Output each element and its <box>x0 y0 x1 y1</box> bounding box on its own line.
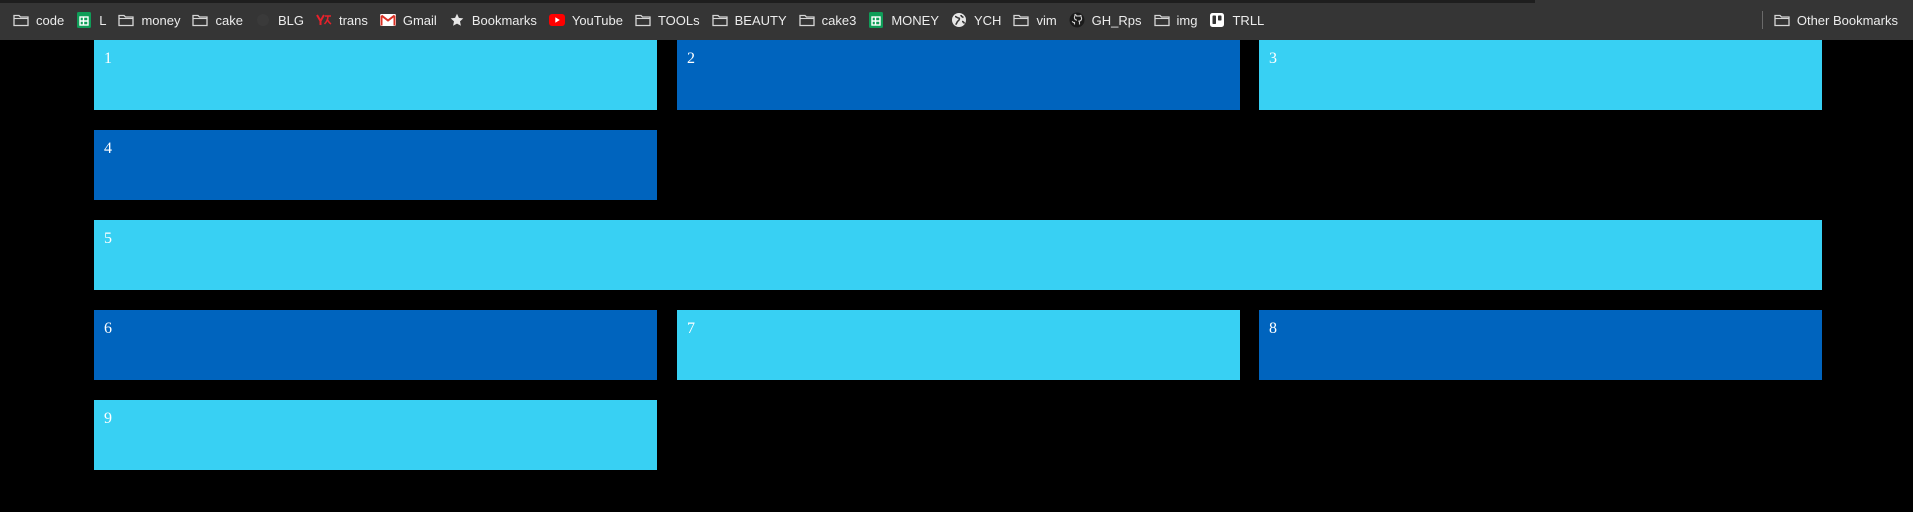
folder-icon <box>13 12 29 28</box>
grid-tile-8: 8 <box>1259 310 1822 380</box>
bookmark-label: BEAUTY <box>734 12 787 28</box>
tile-number: 1 <box>104 50 112 67</box>
star-icon <box>449 12 465 28</box>
bookmarks-bar: code L money cake BLG trans Gmail Bookma… <box>0 0 1913 40</box>
bookmark-vim[interactable]: vim <box>1008 6 1063 34</box>
folder-icon <box>1774 12 1790 28</box>
bar-divider <box>1761 11 1763 29</box>
bookmark-label: trans <box>338 12 368 28</box>
bookmark-label: GH_Rps <box>1091 12 1142 28</box>
bookmark-beauty[interactable]: BEAUTY <box>707 6 794 34</box>
globe-icon <box>951 12 967 28</box>
grid-tile-5: 5 <box>94 220 1822 290</box>
folder-icon <box>1153 12 1170 28</box>
bookmark-label: Gmail <box>402 12 437 28</box>
folder-icon <box>798 12 815 28</box>
bookmark-label: code <box>36 12 65 28</box>
sheets-icon <box>868 12 884 28</box>
bookmark-trll[interactable]: TRLL <box>1204 6 1271 34</box>
grid-tile-4: 4 <box>94 130 657 200</box>
bookmark-l[interactable]: L <box>71 6 113 34</box>
folder-icon <box>118 12 135 28</box>
yandex-translate-icon <box>316 12 332 28</box>
folder-icon <box>711 12 728 28</box>
tile-number: 6 <box>104 320 112 337</box>
bookmark-img[interactable]: img <box>1149 6 1205 34</box>
bookmark-blg[interactable]: BLG <box>250 6 311 34</box>
bookmark-label: cake3 <box>821 12 857 28</box>
bookmark-money[interactable]: money <box>113 6 187 34</box>
grid-tile-1: 1 <box>94 40 657 110</box>
bookmark-gmail[interactable]: Gmail <box>375 6 444 34</box>
github-icon <box>1069 12 1085 28</box>
grid-tile-7: 7 <box>677 310 1240 380</box>
bookmark-cake[interactable]: cake <box>187 6 249 34</box>
bookmark-bookmarks[interactable]: Bookmarks <box>444 6 544 34</box>
bookmark-gh-rps[interactable]: GH_Rps <box>1064 6 1149 34</box>
bookmark-label: YouTube <box>571 12 623 28</box>
bookmark-label: L <box>99 12 107 28</box>
bookmark-youtube[interactable]: YouTube <box>544 6 630 34</box>
grid-tile-2: 2 <box>677 40 1240 110</box>
loading-strip <box>0 0 1535 3</box>
gmail-icon <box>379 12 396 28</box>
other-bookmarks-button[interactable]: Other Bookmarks <box>1769 6 1905 34</box>
bookmark-label: TRLL <box>1232 12 1265 28</box>
bookmark-label: Bookmarks <box>471 12 537 28</box>
tile-number: 4 <box>104 140 112 157</box>
sheets-icon <box>76 12 92 28</box>
bookmark-label: money <box>141 12 181 28</box>
bookmark-label: Other Bookmarks <box>1796 12 1898 28</box>
folder-icon <box>1013 12 1030 28</box>
youtube-icon <box>548 12 565 28</box>
tile-number: 8 <box>1269 320 1277 337</box>
tile-number: 9 <box>104 410 112 427</box>
bookmark-cake3[interactable]: cake3 <box>794 6 864 34</box>
grid-tile-6: 6 <box>94 310 657 380</box>
bookmark-money-sheet[interactable]: MONEY <box>863 6 946 34</box>
folder-icon <box>192 12 209 28</box>
grid-tile-9: 9 <box>94 400 657 470</box>
folder-icon <box>635 12 651 28</box>
bookmark-code[interactable]: code <box>8 6 71 34</box>
bookmark-ych[interactable]: YCH <box>946 6 1008 34</box>
tile-number: 2 <box>687 50 695 67</box>
grid-tile-3: 3 <box>1259 40 1822 110</box>
bookmark-trans[interactable]: trans <box>311 6 375 34</box>
tile-number: 5 <box>104 230 112 247</box>
bookmark-label: vim <box>1036 12 1057 28</box>
bookmark-label: cake <box>215 12 243 28</box>
bookmark-label: YCH <box>974 12 1002 28</box>
blank-favicon-icon <box>255 12 271 28</box>
tile-number: 7 <box>687 320 695 337</box>
trello-icon <box>1209 12 1225 28</box>
bookmark-label: TOOLs <box>657 12 700 28</box>
bookmark-label: MONEY <box>891 12 939 28</box>
bookmark-tools[interactable]: TOOLs <box>630 6 707 34</box>
tile-number: 3 <box>1269 50 1277 67</box>
bookmark-label: BLG <box>277 12 304 28</box>
bookmark-label: img <box>1176 12 1198 28</box>
